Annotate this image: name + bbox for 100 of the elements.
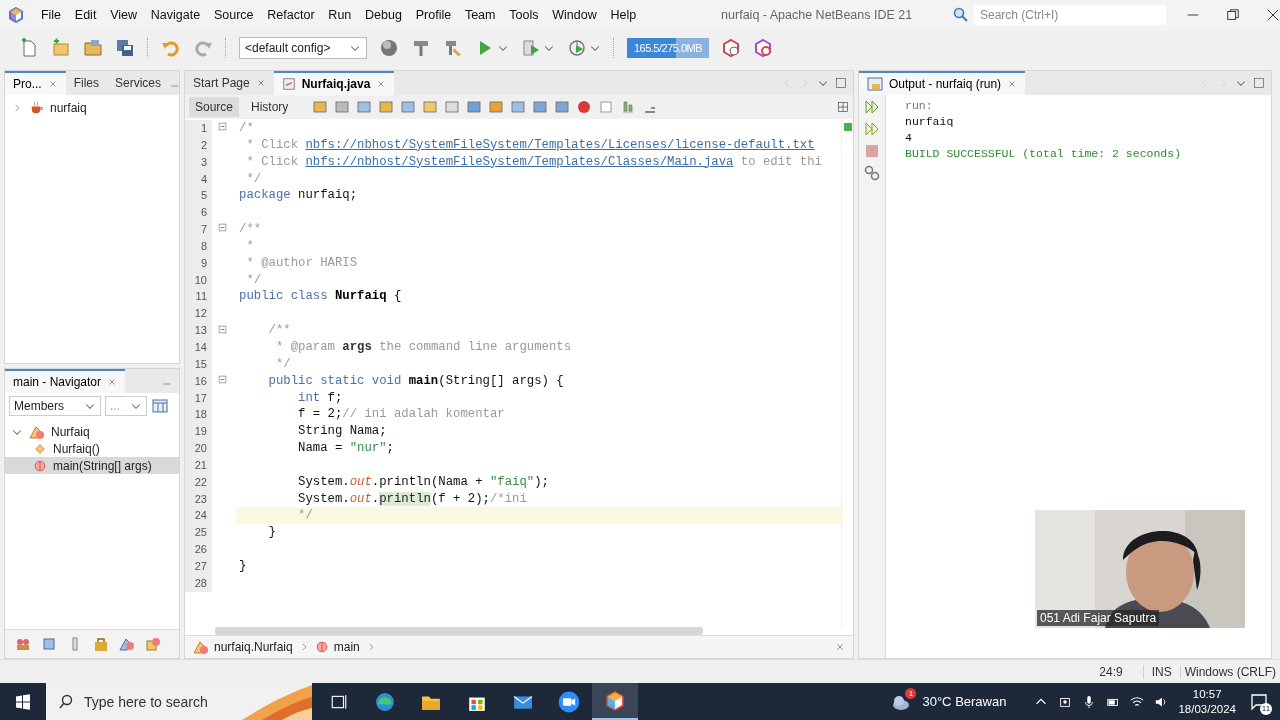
view-tab[interactable]: History — [245, 97, 295, 117]
memory-bar[interactable]: 165.5/275.0MB — [627, 38, 709, 58]
gears-icon[interactable] — [864, 165, 880, 181]
tree-row[interactable]: Nurfaiq() — [5, 440, 179, 457]
menu-item[interactable]: Help — [603, 8, 644, 22]
rerun-icon[interactable] — [864, 99, 880, 115]
class-filter-icon[interactable] — [119, 636, 135, 652]
scrollbar[interactable] — [215, 627, 703, 635]
caret-position: 24:9 — [1098, 664, 1124, 679]
search-decoration-drawing — [242, 683, 312, 720]
insert-mode: INS — [1142, 664, 1180, 679]
fold-icon[interactable] — [218, 324, 230, 337]
split-icon[interactable] — [837, 101, 849, 113]
line-ending: Windows (CRLF) — [1179, 664, 1280, 679]
search-field[interactable]: Search (Ctrl+I) — [974, 5, 1166, 25]
notification-icon[interactable] — [1250, 692, 1268, 711]
square-icon[interactable] — [41, 636, 57, 652]
menu-item[interactable]: File — [34, 8, 68, 22]
profile-icon[interactable] — [567, 38, 587, 58]
clock[interactable]: 10:57 18/03/2024 — [1178, 686, 1236, 717]
panel-tab[interactable]: Files — [65, 71, 108, 95]
menu-item[interactable]: Run — [321, 8, 359, 22]
coffee-cup-icon — [29, 100, 44, 115]
ide-icon[interactable] — [605, 690, 625, 711]
tree-row[interactable]: nurfaiq — [5, 99, 179, 116]
menu-item[interactable]: Team — [458, 8, 503, 22]
menu-item[interactable]: View — [103, 8, 144, 22]
notification-badge: 1 — [905, 687, 917, 699]
line-number: 26 — [185, 541, 212, 558]
app-logo-icon — [8, 7, 24, 23]
maximize-icon[interactable] — [1253, 77, 1265, 89]
menu-item[interactable]: Debug — [358, 8, 409, 22]
hammer-icon[interactable] — [411, 38, 431, 58]
editor-tab[interactable]: Nurfaiq.java — [273, 71, 395, 95]
diamond-icon — [33, 441, 47, 456]
view-tab[interactable]: Source — [189, 97, 240, 117]
java-file-icon — [281, 77, 296, 91]
tree-label: main(String[] args) — [53, 458, 152, 473]
tree-label: Nurfaiq() — [53, 441, 100, 456]
code-line: /** — [238, 221, 263, 238]
output-window-icon — [867, 76, 883, 92]
tree-label: nurfaiq — [50, 100, 87, 115]
line-number: 18 — [185, 406, 212, 424]
layout-icon[interactable] — [151, 398, 169, 414]
code-line: f = 2;// ini adalah komentar — [297, 406, 506, 424]
menu-item[interactable]: Navigate — [143, 8, 208, 22]
panel-tab[interactable]: Pro... — [5, 71, 66, 95]
wifi-icon[interactable] — [1130, 694, 1145, 709]
task-view-icon[interactable] — [330, 692, 348, 711]
tree-row[interactable]: main(String[] args) — [5, 457, 179, 474]
config-dropdown[interactable]: <default config> — [239, 37, 367, 59]
stop-icon[interactable] — [864, 143, 880, 159]
restore-icon[interactable] — [1226, 8, 1240, 22]
debug-icon[interactable] — [521, 38, 541, 58]
record-icon[interactable] — [576, 99, 593, 115]
save-all-icon[interactable] — [115, 38, 135, 58]
new-file-icon[interactable] — [19, 38, 39, 58]
line-number: 5 — [185, 187, 212, 205]
breadcrumb[interactable]: nurfaiq.Nurfaiq — [193, 639, 293, 655]
stop-icon[interactable] — [598, 99, 615, 115]
tree-row[interactable]: Nurfaiq — [5, 423, 179, 440]
undo-icon[interactable] — [161, 38, 181, 58]
close-icon[interactable] — [1266, 8, 1280, 22]
maximize-icon[interactable] — [835, 77, 847, 89]
rerun-options-icon[interactable] — [864, 121, 880, 137]
output-tab[interactable]: Output - nurfaiq (run) — [859, 71, 1026, 95]
windows-start-icon[interactable] — [15, 693, 31, 710]
browser-icon[interactable] — [375, 691, 395, 712]
code-line: System.out.println(Nama + "faiq"); — [297, 473, 550, 491]
lock-icon[interactable] — [93, 636, 109, 652]
output-line: BUILD SUCCESSFUL (total time: 2 seconds) — [905, 146, 1182, 162]
menu-item[interactable]: Refactor — [260, 8, 322, 22]
redo-icon[interactable] — [193, 38, 213, 58]
code-line: package nurfaiq; — [238, 187, 359, 205]
taskbar-search-field[interactable]: Type here to search — [46, 683, 312, 720]
members-dropdown[interactable]: Members — [9, 396, 101, 416]
menu-item[interactable]: Source — [207, 8, 261, 22]
menu-item[interactable]: Profile — [408, 8, 459, 22]
line-number: 25 — [185, 524, 212, 542]
panel-tab[interactable]: main - Navigator — [5, 369, 126, 393]
weather-text[interactable]: 30°C Berawan — [922, 694, 1007, 709]
code-line: public static void main(String[] args) { — [267, 372, 565, 390]
code-line: * Click nbfs://nbhost/SystemFileSystem/Templates/Classes/Main.java to edit thi — [245, 153, 823, 171]
panel-tab[interactable]: Services — [107, 71, 170, 95]
clean-build-icon[interactable] — [443, 38, 463, 58]
breadcrumb[interactable]: main — [314, 640, 360, 654]
new-project-icon[interactable] — [51, 38, 71, 58]
menu-item[interactable]: Window — [545, 8, 604, 22]
globe-icon[interactable] — [379, 38, 399, 58]
code-line: */ — [245, 271, 263, 289]
menu-item[interactable]: Edit — [67, 8, 104, 22]
line-number: 1 — [185, 120, 212, 137]
tree-label: Nurfaiq — [51, 424, 90, 439]
code-line: * @author HARIS — [245, 254, 359, 272]
line-number: 7 — [185, 221, 212, 238]
video-call-icon[interactable] — [558, 690, 580, 713]
menu-item[interactable]: Tools — [502, 8, 546, 22]
code-line: */ — [245, 170, 263, 188]
editor-tab[interactable]: Start Page — [185, 71, 274, 95]
code-line: } — [238, 557, 248, 575]
